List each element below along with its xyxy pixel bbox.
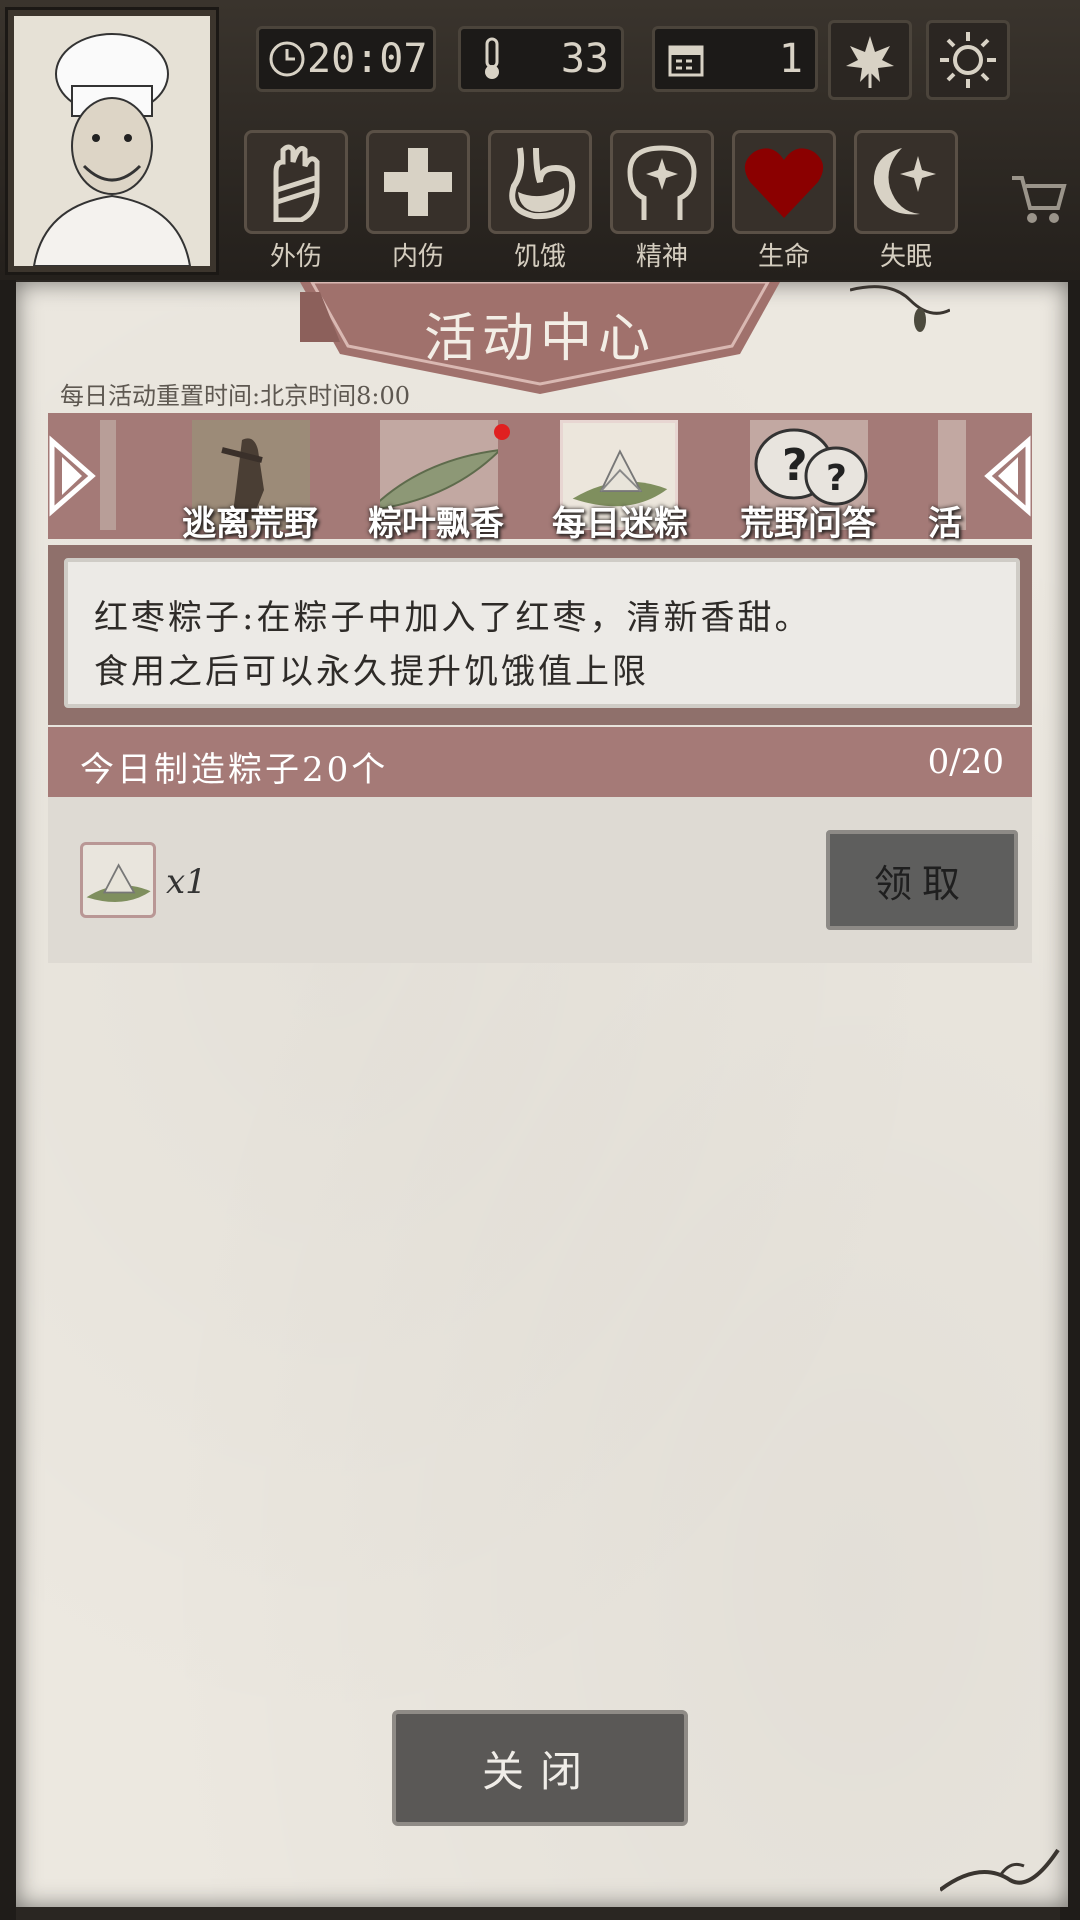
shop-cart-icon[interactable] xyxy=(1008,170,1068,230)
vine-decoration xyxy=(940,1848,1060,1892)
time-value: 20:07 xyxy=(307,36,428,82)
status-label-hunger: 饥饿 xyxy=(513,242,566,272)
description-line-1: 红枣粽子:在粽子中加入了红枣，清新香甜。 xyxy=(94,598,812,638)
status-label-health: 生命 xyxy=(757,242,810,272)
weather-button[interactable] xyxy=(926,20,1010,100)
description-line-2: 食用之后可以永久提升饥饿值上限 xyxy=(94,652,649,692)
status-hunger[interactable] xyxy=(488,130,592,234)
tab-notification-badge xyxy=(494,424,510,440)
status-health[interactable] xyxy=(732,130,836,234)
close-button[interactable]: 关闭 xyxy=(392,1710,688,1826)
status-insomnia[interactable] xyxy=(854,130,958,234)
season-button[interactable] xyxy=(828,20,912,100)
status-internal-injury[interactable] xyxy=(366,130,470,234)
zongzi-icon xyxy=(86,863,151,902)
tab-label-daily-zongzi: 每日迷粽 xyxy=(552,504,688,544)
reward-quantity: x1 xyxy=(166,862,207,902)
calendar-icon xyxy=(663,36,709,82)
tab-label-partial-right: 活 xyxy=(928,504,962,544)
maple-leaf-icon xyxy=(846,36,894,88)
stomach-icon xyxy=(509,147,576,220)
task-description: 今日制造粽子20个 xyxy=(80,750,389,790)
time-display: 20:07 xyxy=(256,26,436,92)
vine-decoration xyxy=(850,285,950,332)
hand-bandage-icon xyxy=(273,144,320,222)
status-label-internal: 内伤 xyxy=(391,242,444,272)
reset-time-note: 每日活动重置时间:北京时间8:00 xyxy=(60,382,410,410)
chef-portrait-image xyxy=(14,16,210,267)
status-label-external: 外伤 xyxy=(269,242,322,272)
claim-button[interactable]: 领取 xyxy=(826,830,1018,930)
sun-icon xyxy=(940,32,996,88)
status-external-injury[interactable] xyxy=(244,130,348,234)
panel-title: 活动中心 xyxy=(423,309,656,369)
cross-icon xyxy=(384,148,452,216)
status-spirit[interactable] xyxy=(610,130,714,234)
task-progress: 0/20 xyxy=(927,742,1004,782)
thermometer-icon xyxy=(469,36,515,82)
tab-partial-left[interactable] xyxy=(100,420,116,530)
tab-label-zongzi-leaf: 粽叶飘香 xyxy=(368,504,504,544)
svg-text:?: ? xyxy=(782,440,808,491)
character-portrait[interactable] xyxy=(8,10,216,272)
status-label-insomnia: 失眠 xyxy=(879,242,932,272)
tabs-right-arrow-icon[interactable] xyxy=(972,413,1032,539)
moon-star-icon xyxy=(873,148,936,215)
left-border xyxy=(0,280,16,1920)
tab-label-wild-quiz: 荒野问答 xyxy=(740,504,876,544)
status-label-spirit: 精神 xyxy=(635,242,688,272)
tab-label-escape-wild: 逃离荒野 xyxy=(182,504,318,544)
temperature-display: 33 xyxy=(458,26,624,92)
svg-text:?: ? xyxy=(826,458,847,499)
temperature-value: 33 xyxy=(560,36,609,82)
day-display: 1 xyxy=(652,26,818,92)
clock-icon xyxy=(267,36,307,82)
day-value: 1 xyxy=(778,36,803,82)
tabs-left-arrow-icon[interactable] xyxy=(48,413,108,539)
head-sparkle-icon xyxy=(627,145,697,220)
heart-icon xyxy=(744,148,824,218)
reward-item[interactable] xyxy=(80,842,156,918)
